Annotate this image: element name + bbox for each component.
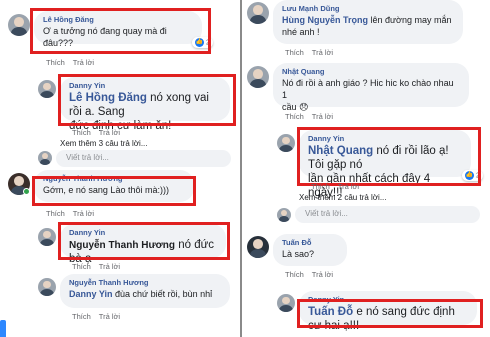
comment-text: nhé anh ! xyxy=(282,27,320,37)
comment-actions: Thích Trả lời xyxy=(285,48,341,57)
like-link[interactable]: Thích xyxy=(72,312,91,321)
highlight-box xyxy=(32,176,196,206)
comment-actions: Thích Trả lời xyxy=(311,182,367,191)
highlight-box xyxy=(58,222,230,260)
comment-actions: Thích Trả lời xyxy=(46,209,102,218)
avatar[interactable] xyxy=(277,134,295,152)
mention-link[interactable]: Hùng Nguyễn Trọng xyxy=(282,15,368,25)
like-link[interactable]: Thích xyxy=(285,48,304,57)
avatar[interactable] xyxy=(247,2,269,24)
comment-actions: Thích Trả lời xyxy=(46,58,102,67)
avatar[interactable] xyxy=(38,80,56,98)
comment-author[interactable]: Nguyễn Thanh Hương xyxy=(69,278,221,288)
avatar[interactable] xyxy=(38,228,56,246)
view-more-replies-link[interactable]: Xem thêm 2 câu trả lời... xyxy=(299,193,387,202)
avatar[interactable] xyxy=(8,14,30,36)
comment-text: lên đường may mắn xyxy=(368,15,452,25)
comment-actions: Thích Trả lời xyxy=(72,262,128,271)
comment-actions: Thích Trả lời xyxy=(285,112,341,121)
highlight-box xyxy=(58,74,236,126)
reply-link[interactable]: Trả lời xyxy=(99,128,120,137)
reply-input[interactable]: Viết trả lời... xyxy=(56,150,231,167)
comment-bubble: Nguyễn Thanh Hương Danny Yin đùa chứ biế… xyxy=(60,274,230,308)
like-link[interactable]: Thích xyxy=(285,270,304,279)
scrollbar-thumb[interactable] xyxy=(0,320,6,337)
avatar[interactable] xyxy=(277,294,295,312)
highlight-box xyxy=(297,299,483,328)
comment-actions: Thích Trả lời xyxy=(72,128,128,137)
view-more-replies-link[interactable]: Xem thêm 3 câu trả lời... xyxy=(60,139,148,148)
comment-text: Là sao? xyxy=(282,249,315,259)
reply-link[interactable]: Trả lời xyxy=(312,270,333,279)
panel-divider xyxy=(240,0,242,337)
avatar[interactable] xyxy=(247,236,269,258)
comment-text: Nó đi rồi à anh giáo ? Hic hic ko chào n… xyxy=(282,78,454,100)
reply-link[interactable]: Trả lời xyxy=(338,182,359,191)
reply-link[interactable]: Trả lời xyxy=(312,48,333,57)
like-link[interactable]: Thích xyxy=(72,262,91,271)
reply-link[interactable]: Trả lời xyxy=(99,312,120,321)
sad-emoji-icon: 😞 xyxy=(299,102,309,112)
comment-text: đùa chứ biết rồi, bùn nhỉ xyxy=(112,289,213,299)
mention-link[interactable]: Danny Yin xyxy=(69,289,113,299)
reply-link[interactable]: Trả lời xyxy=(73,209,94,218)
online-status-icon xyxy=(23,188,30,195)
comment-text: cầu xyxy=(282,102,297,112)
comment-author[interactable]: Tuấn Đỗ xyxy=(282,238,338,248)
comment-actions: Thích Trả lời xyxy=(285,270,341,279)
highlight-box xyxy=(30,8,211,54)
avatar xyxy=(38,151,52,165)
reply-link[interactable]: Trả lời xyxy=(99,262,120,271)
comment-bubble: Nhật Quang Nó đi rồi à anh giáo ? Hic hi… xyxy=(273,63,469,112)
comment-author[interactable]: Lưu Mạnh Dũng xyxy=(282,4,454,14)
like-link[interactable]: Thích xyxy=(72,128,91,137)
reply-link[interactable]: Trả lời xyxy=(73,58,94,67)
comment-actions: Thích Trả lời xyxy=(72,312,128,321)
comment-bubble: Lưu Mạnh Dũng Hùng Nguyễn Trọng lên đườn… xyxy=(273,0,463,44)
reply-input[interactable]: Viết trả lời... xyxy=(295,206,480,223)
highlight-box xyxy=(297,127,481,186)
avatar[interactable] xyxy=(247,66,269,88)
like-link[interactable]: Thích xyxy=(285,112,304,121)
right-screenshot-panel: Lưu Mạnh Dũng Hùng Nguyễn Trọng lên đườn… xyxy=(243,0,490,337)
like-link[interactable]: Thích xyxy=(46,58,65,67)
left-screenshot-panel: Lê Hồng Đăng Ơ a tưởng nó đang quay mà đ… xyxy=(0,0,239,337)
like-link[interactable]: Thích xyxy=(311,182,330,191)
reply-link[interactable]: Trả lời xyxy=(312,112,333,121)
avatar[interactable] xyxy=(38,278,56,296)
like-link[interactable]: Thích xyxy=(46,209,65,218)
avatar xyxy=(277,208,291,222)
comment-bubble: Tuấn Đỗ Là sao? xyxy=(273,234,347,266)
comment-author[interactable]: Nhật Quang xyxy=(282,67,460,77)
